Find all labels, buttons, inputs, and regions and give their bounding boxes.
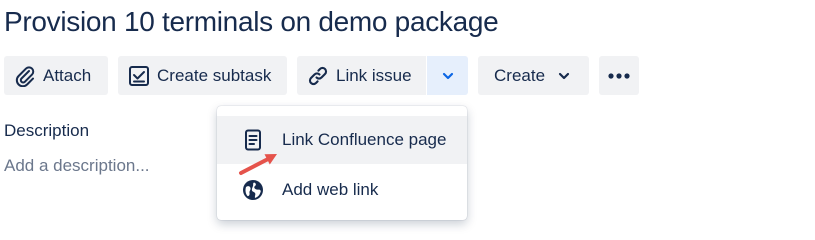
link-issue-button[interactable]: Link issue <box>297 56 426 95</box>
link-issue-label: Link issue <box>336 65 412 85</box>
create-button[interactable]: Create <box>478 56 589 95</box>
paperclip-icon <box>13 64 37 88</box>
more-horizontal-icon <box>607 72 631 80</box>
annotation-arrow-icon <box>239 154 277 175</box>
subtask-icon <box>127 64 151 88</box>
create-subtask-button[interactable]: Create subtask <box>118 56 287 95</box>
menu-item-label: Link Confluence page <box>282 130 447 149</box>
attach-label: Attach <box>43 65 92 85</box>
create-label: Create <box>494 65 546 85</box>
more-actions-button[interactable] <box>599 56 639 95</box>
create-subtask-label: Create subtask <box>157 65 272 85</box>
attach-button[interactable]: Attach <box>4 56 108 95</box>
globe-icon <box>242 178 264 202</box>
link-icon <box>306 64 330 88</box>
description-field[interactable]: Add a description... <box>4 156 150 176</box>
issue-title[interactable]: Provision 10 terminals on demo package <box>4 6 499 38</box>
link-issue-dropdown-button[interactable] <box>427 56 468 95</box>
chevron-down-icon <box>557 71 571 81</box>
chevron-down-icon <box>441 71 455 81</box>
menu-item-label: Add web link <box>282 180 379 199</box>
description-heading: Description <box>4 121 90 140</box>
